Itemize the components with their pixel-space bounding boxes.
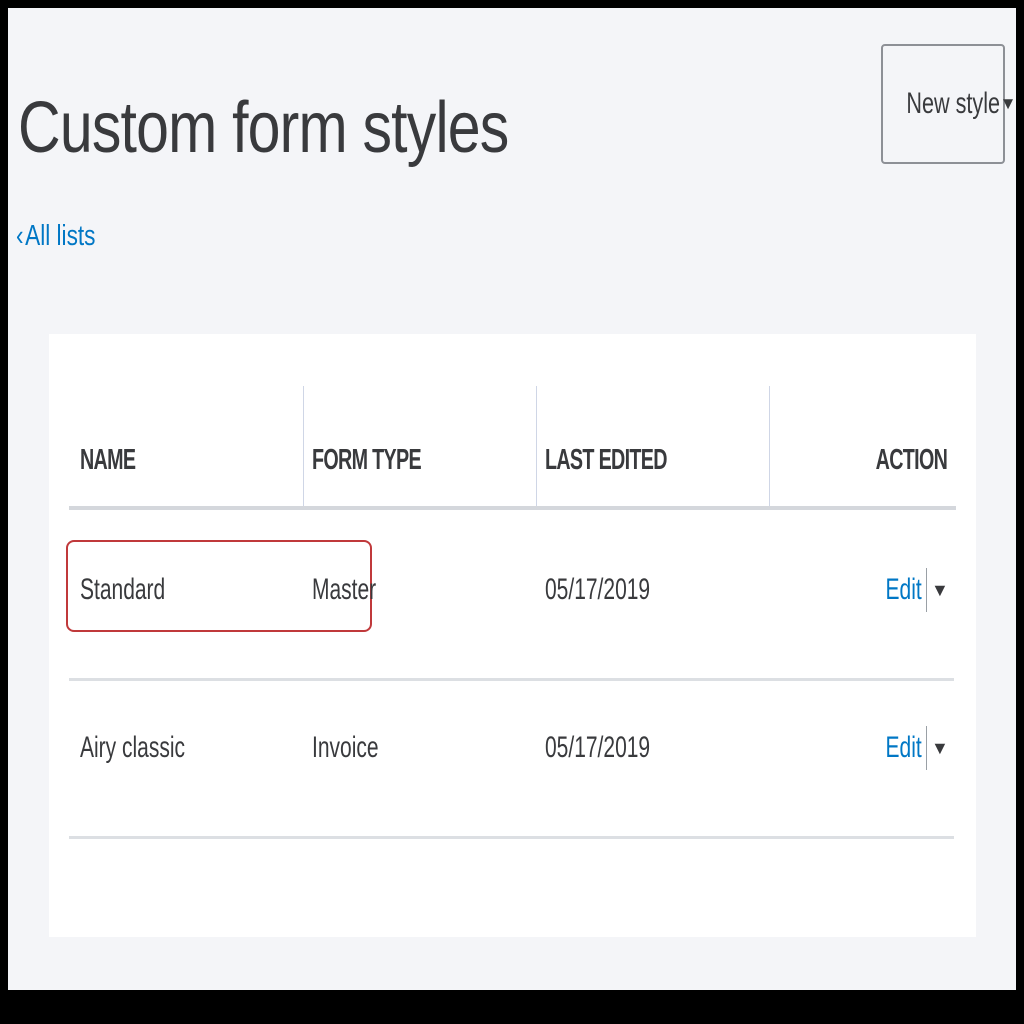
cell-form-type: Invoice bbox=[312, 731, 379, 764]
column-divider bbox=[303, 386, 304, 507]
all-lists-link[interactable]: ‹All lists bbox=[16, 216, 95, 256]
cell-form-type: Master bbox=[312, 573, 377, 606]
chevron-down-icon[interactable]: ▼ bbox=[931, 570, 949, 610]
row-divider bbox=[69, 836, 954, 839]
chevron-down-icon[interactable]: ▼ bbox=[931, 728, 949, 768]
column-header-form-type[interactable]: FORM TYPE bbox=[312, 440, 422, 480]
chevron-down-icon: ▼ bbox=[999, 94, 1016, 113]
action-divider bbox=[926, 726, 927, 770]
column-header-action: ACTION bbox=[875, 444, 947, 476]
page-frame: Custom form styles ‹All lists New style … bbox=[8, 8, 1016, 990]
header-divider bbox=[69, 506, 956, 510]
new-style-label: New style bbox=[905, 87, 1000, 120]
cell-last-edited: 05/17/2019 bbox=[545, 731, 651, 764]
cell-last-edited: 05/17/2019 bbox=[545, 573, 651, 606]
edit-link[interactable]: Edit bbox=[886, 570, 922, 610]
new-style-button[interactable]: New style ▼ bbox=[881, 44, 1016, 164]
column-divider bbox=[769, 386, 770, 507]
column-divider bbox=[536, 386, 537, 507]
column-header-name[interactable]: NAME bbox=[80, 440, 136, 480]
edit-link[interactable]: Edit bbox=[886, 728, 922, 768]
action-divider bbox=[926, 568, 927, 612]
row-divider bbox=[69, 678, 954, 681]
column-header-last-edited[interactable]: LAST EDITED bbox=[545, 440, 667, 480]
chevron-left-icon: ‹ bbox=[16, 220, 24, 252]
all-lists-label: All lists bbox=[25, 220, 96, 252]
cell-name: Standard bbox=[80, 573, 166, 606]
page-title: Custom form styles bbox=[18, 88, 509, 168]
cell-name: Airy classic bbox=[80, 731, 186, 764]
form-styles-table: NAME FORM TYPE LAST EDITED ACTION Standa… bbox=[49, 334, 976, 937]
